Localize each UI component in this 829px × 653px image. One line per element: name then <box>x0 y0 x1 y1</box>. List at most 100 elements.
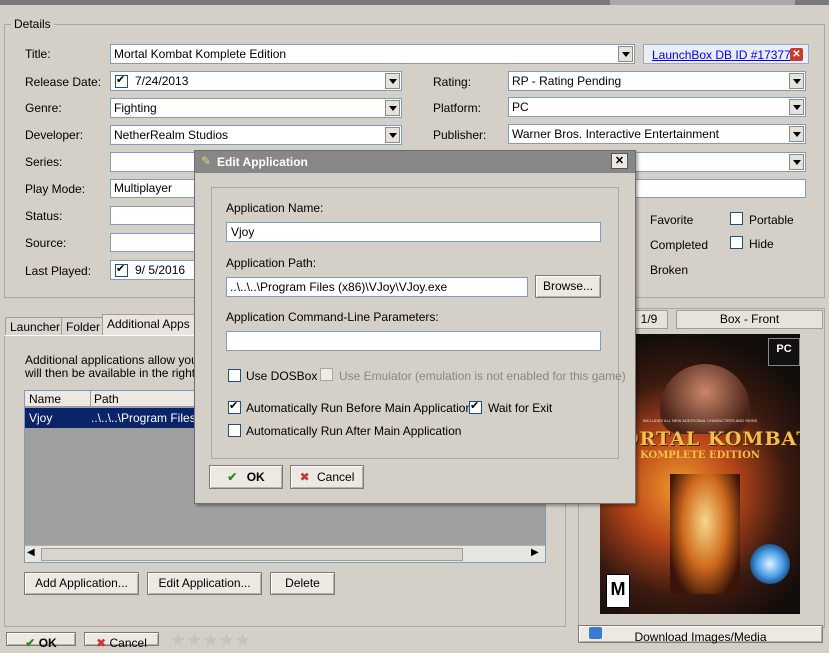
completed-label: Completed <box>650 238 709 252</box>
row-name-cell: Vjoy <box>29 411 53 425</box>
series-label: Series: <box>25 155 63 169</box>
main-cancel-button[interactable]: ✖ Cancel <box>84 632 159 650</box>
last-played-value: 9/ 5/2016 <box>135 263 186 277</box>
app-name-label: Application Name: <box>226 201 324 215</box>
auto-run-after-label: Automatically Run After Main Application <box>246 424 462 438</box>
auto-run-before-checkbox[interactable] <box>228 399 241 414</box>
main-cancel-label: Cancel <box>109 636 147 650</box>
play-mode-label: Play Mode: <box>25 182 86 196</box>
release-date-picker[interactable]: 7/24/2013 <box>110 71 402 91</box>
launchbox-link-box: LaunchBox DB ID #17377 ✕ <box>643 44 809 64</box>
platform-value: PC <box>512 100 529 114</box>
download-icon <box>589 627 602 639</box>
chevron-down-icon[interactable] <box>789 126 804 142</box>
use-dosbox-label: Use DOSBox <box>246 369 318 383</box>
chevron-down-icon[interactable] <box>789 73 804 89</box>
close-icon[interactable]: ✕ <box>790 48 803 61</box>
image-type-label: Box - Front <box>676 310 823 329</box>
add-application-button[interactable]: Add Application... <box>24 572 139 595</box>
dialog-cancel-button[interactable]: ✖ Cancel <box>290 465 364 489</box>
dialog-titlebar[interactable]: ✎ Edit Application ✕ <box>195 151 635 173</box>
genre-value: Fighting <box>114 101 157 115</box>
hide-label: Hide <box>749 237 774 251</box>
star-icon[interactable]: ★ <box>235 630 251 651</box>
genre-label: Genre: <box>25 101 62 115</box>
rating-badge: M <box>606 574 630 608</box>
details-group-label: Details <box>11 17 54 31</box>
title-value: Mortal Kombat Komplete Edition <box>114 47 287 61</box>
app-path-input[interactable]: ..\..\..\Program Files (x86)\VJoy\VJoy.e… <box>226 277 528 297</box>
browse-button[interactable]: Browse... <box>535 275 601 298</box>
auto-run-after-checkbox[interactable] <box>228 424 241 437</box>
star-icon[interactable]: ★ <box>218 630 234 651</box>
use-emulator-checkbox <box>320 368 333 381</box>
rating-label: Rating: <box>433 75 472 89</box>
publisher-combo[interactable]: Warner Bros. Interactive Entertainment <box>508 124 806 144</box>
wait-for-exit-label: Wait for Exit <box>488 401 553 415</box>
chevron-down-icon[interactable] <box>385 100 400 116</box>
dialog-cancel-label: Cancel <box>317 470 355 484</box>
column-header-name[interactable]: Name <box>25 391 91 407</box>
dialog-ok-button[interactable]: ✔ OK <box>209 465 283 489</box>
tab-additional-apps[interactable]: Additional Apps <box>102 314 195 336</box>
wait-for-exit-checkbox[interactable] <box>469 399 482 414</box>
cmdline-input[interactable] <box>226 331 601 351</box>
release-date-checkbox[interactable] <box>115 73 128 88</box>
platform-label: Platform: <box>433 101 482 115</box>
row-path-cell: ..\..\..\Program Files <box>91 411 196 425</box>
star-icon[interactable]: ★ <box>202 630 218 651</box>
download-images-button[interactable]: Download Images/Media <box>578 625 823 644</box>
cmdline-label: Application Command-Line Parameters: <box>226 310 439 324</box>
launchbox-db-link[interactable]: LaunchBox DB ID #17377 <box>652 48 791 62</box>
dialog-title: Edit Application <box>217 155 308 169</box>
platform-badge: PC <box>768 338 800 366</box>
chevron-down-icon[interactable] <box>789 99 804 115</box>
scrollbar-thumb[interactable] <box>41 548 463 561</box>
chevron-down-icon[interactable] <box>385 73 400 89</box>
developer-label: Developer: <box>25 128 84 142</box>
scroll-left-icon[interactable]: ◀ <box>27 547 35 558</box>
publisher-value: Warner Bros. Interactive Entertainment <box>512 127 719 141</box>
star-rating[interactable]: ★★★★★ <box>170 630 251 651</box>
chevron-down-icon[interactable] <box>618 46 633 62</box>
last-played-label: Last Played: <box>25 264 92 278</box>
last-played-checkbox[interactable] <box>115 262 128 277</box>
main-ok-label: OK <box>38 636 57 650</box>
star-icon[interactable]: ★ <box>170 630 186 651</box>
app-name-input[interactable]: Vjoy <box>226 222 601 242</box>
portable-checkbox[interactable] <box>730 212 743 225</box>
use-dosbox-checkbox[interactable] <box>228 369 241 382</box>
main-ok-button[interactable]: ✔ OK <box>6 632 76 650</box>
favorite-label: Favorite <box>650 213 694 227</box>
cancel-x-icon: ✖ <box>299 470 310 484</box>
app-path-label: Application Path: <box>226 256 317 270</box>
close-icon[interactable]: ✕ <box>611 153 628 169</box>
description-line-2: will then be available in the right-clic <box>25 366 217 380</box>
pencil-icon: ✎ <box>201 154 212 168</box>
star-icon[interactable]: ★ <box>186 630 202 651</box>
genre-combo[interactable]: Fighting <box>110 98 402 118</box>
hide-checkbox[interactable] <box>730 236 743 249</box>
publisher-label: Publisher: <box>433 128 487 142</box>
status-label: Status: <box>25 209 63 223</box>
tab-folder[interactable]: Folder <box>61 317 106 336</box>
rating-combo[interactable]: RP - Rating Pending <box>508 71 806 91</box>
cancel-x-icon: ✖ <box>96 636 107 650</box>
title-combo[interactable]: Mortal Kombat Komplete Edition <box>110 44 635 64</box>
chevron-down-icon[interactable] <box>789 154 804 170</box>
chevron-down-icon[interactable] <box>385 127 400 143</box>
title-label: Title: <box>25 47 51 61</box>
tab-launcher[interactable]: Launcher <box>5 317 66 336</box>
broken-label: Broken <box>650 263 689 277</box>
developer-combo[interactable]: NetherRealm Studios <box>110 125 402 145</box>
use-emulator-label: Use Emulator (emulation is not enabled f… <box>339 369 626 383</box>
platform-combo[interactable]: PC <box>508 97 806 117</box>
edit-application-dialog: ✎ Edit Application ✕ Application Name: V… <box>194 150 636 504</box>
delete-button[interactable]: Delete <box>270 572 335 595</box>
edit-application-button[interactable]: Edit Application... <box>147 572 262 595</box>
dialog-ok-label: OK <box>246 470 265 484</box>
horizontal-scrollbar[interactable]: ◀ ▶ <box>25 545 545 562</box>
portable-label: Portable <box>749 213 794 227</box>
release-date-value: 7/24/2013 <box>135 74 189 88</box>
scroll-right-icon[interactable]: ▶ <box>531 547 539 558</box>
